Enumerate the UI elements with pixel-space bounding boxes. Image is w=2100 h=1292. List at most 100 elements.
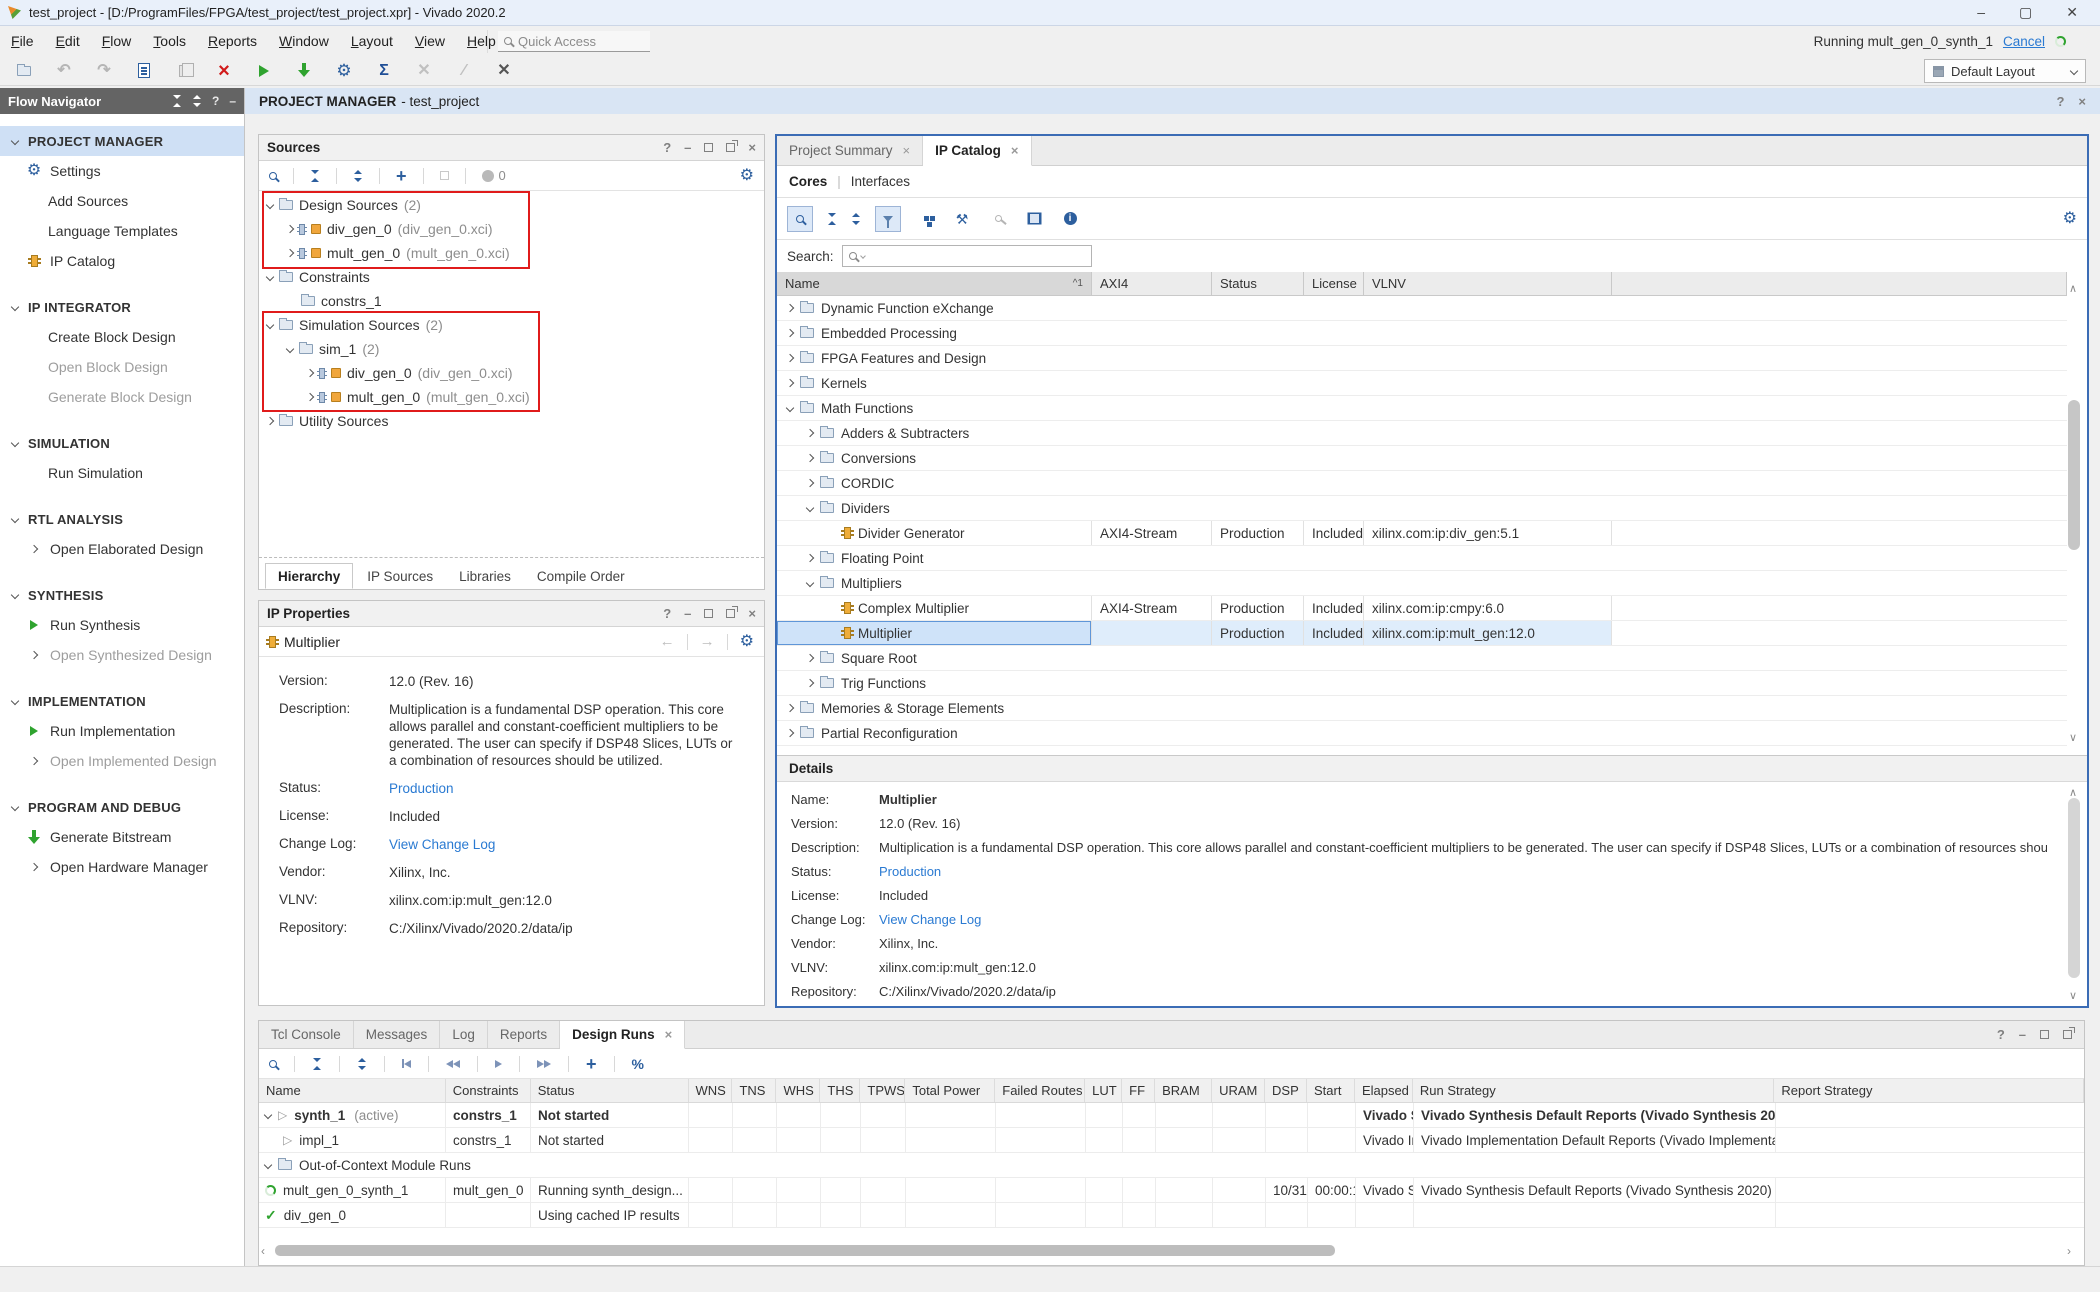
step-back-icon[interactable] <box>446 1060 460 1068</box>
column-header-dsp[interactable]: DSP <box>1265 1079 1307 1102</box>
search-icon[interactable] <box>787 206 813 232</box>
minimize-panel-icon[interactable]: – <box>2019 1027 2026 1042</box>
close-tab-icon[interactable]: × <box>665 1027 673 1042</box>
chevron-down-icon[interactable] <box>806 504 814 512</box>
tab-ip-catalog[interactable]: IP Catalog× <box>923 136 1031 166</box>
chevron-down-icon[interactable] <box>786 404 794 412</box>
chevron-down-icon[interactable] <box>264 1161 272 1169</box>
catalog-row[interactable]: Embedded Processing <box>777 321 2067 346</box>
settings-icon[interactable] <box>334 62 354 79</box>
collapse-all-icon[interactable] <box>827 213 837 225</box>
menu-layout[interactable]: Layout <box>340 33 404 49</box>
search-icon[interactable] <box>269 172 277 180</box>
flow-item-ip-catalog[interactable]: IP Catalog <box>0 246 244 276</box>
chevron-down-icon[interactable] <box>286 345 294 353</box>
flow-section-ip-integrator[interactable]: IP INTEGRATOR <box>0 292 244 322</box>
subtab-cores[interactable]: Cores <box>789 174 827 189</box>
chevron-right-icon[interactable] <box>806 454 814 462</box>
float-panel-icon[interactable] <box>2063 1030 2072 1039</box>
tree-row[interactable]: Simulation Sources (2) <box>259 313 764 337</box>
column-header-wns[interactable]: WNS <box>689 1079 733 1102</box>
column-header-lut[interactable]: LUT <box>1085 1079 1122 1102</box>
undo-icon[interactable] <box>54 63 74 79</box>
settings-icon[interactable] <box>2063 211 2077 227</box>
resume-icon[interactable] <box>495 1060 502 1068</box>
flow-item-generate-bitstream[interactable]: Generate Bitstream <box>0 822 244 852</box>
chevron-right-icon[interactable] <box>786 729 794 737</box>
step-first-icon[interactable] <box>402 1059 411 1068</box>
tab-hierarchy[interactable]: Hierarchy <box>265 563 353 589</box>
column-header-constraints[interactable]: Constraints <box>446 1079 531 1102</box>
quick-access-input[interactable]: Quick Access <box>498 31 650 52</box>
tree-row[interactable]: div_gen_0 (div_gen_0.xci) <box>259 217 764 241</box>
copy-icon[interactable] <box>174 65 194 77</box>
flow-item-run-synthesis[interactable]: Run Synthesis <box>0 610 244 640</box>
customize-wrench-icon[interactable] <box>951 212 973 226</box>
flow-item-language-templates[interactable]: Language Templates <box>0 216 244 246</box>
float-panel-icon[interactable] <box>726 609 735 618</box>
property-value[interactable]: Production <box>389 780 741 797</box>
tab-log[interactable]: Log <box>440 1021 488 1048</box>
flow-item-open-elaborated-design[interactable]: Open Elaborated Design <box>0 534 244 564</box>
close-panel-icon[interactable]: × <box>748 140 756 155</box>
collapse-all-icon[interactable] <box>312 1058 322 1070</box>
design-run-row[interactable]: synth_1 (active)constrs_1Not startedViva… <box>259 1103 2084 1128</box>
column-header-tpws[interactable]: TPWS <box>860 1079 905 1102</box>
catalog-row[interactable]: Complex MultiplierAXI4-StreamProductionI… <box>777 596 2067 621</box>
chevron-right-icon[interactable] <box>786 704 794 712</box>
filter-icon[interactable] <box>875 206 901 232</box>
menu-edit[interactable]: Edit <box>45 33 91 49</box>
horizontal-scrollbar[interactable]: ‹ › <box>261 1244 2071 1257</box>
maximize-button[interactable]: ▢ <box>2019 4 2032 21</box>
flow-item-run-simulation[interactable]: Run Simulation <box>0 458 244 488</box>
flow-section-rtl-analysis[interactable]: RTL ANALYSIS <box>0 504 244 534</box>
chevron-right-icon[interactable] <box>806 554 814 562</box>
scrollbar-thumb[interactable] <box>2068 400 2080 550</box>
add-sources-icon[interactable]: + <box>396 167 407 185</box>
chevron-down-icon[interactable] <box>806 579 814 587</box>
tree-row[interactable]: div_gen_0 (div_gen_0.xci) <box>259 361 764 385</box>
tree-row[interactable]: constrs_1 <box>259 289 764 313</box>
catalog-row[interactable]: Conversions <box>777 446 2067 471</box>
column-header-bram[interactable]: BRAM <box>1155 1079 1212 1102</box>
column-header-axi4[interactable]: AXI4 <box>1092 272 1212 296</box>
tree-row[interactable]: sim_1 (2) <box>259 337 764 361</box>
design-run-row[interactable]: impl_1constrs_1Not startedVivado Impleme… <box>259 1128 2084 1153</box>
close-tab-icon[interactable]: × <box>1011 143 1019 158</box>
menu-tools[interactable]: Tools <box>142 33 197 49</box>
chevron-right-icon[interactable] <box>786 329 794 337</box>
property-value[interactable]: View Change Log <box>389 836 741 853</box>
column-header-name[interactable]: Name <box>259 1079 446 1102</box>
column-header-run-strategy[interactable]: Run Strategy <box>1413 1079 1775 1102</box>
catalog-row[interactable]: Dividers <box>777 496 2067 521</box>
run-icon[interactable] <box>254 65 274 77</box>
tab-libraries[interactable]: Libraries <box>447 563 523 589</box>
maximize-panel-icon[interactable] <box>704 143 713 152</box>
vertical-scrollbar[interactable]: ∧ ∨ <box>2066 282 2083 744</box>
column-header-tns[interactable]: TNS <box>732 1079 776 1102</box>
column-header-report-strategy[interactable]: Report Strategy <box>1774 1079 2084 1102</box>
collapse-all-icon[interactable] <box>310 170 320 182</box>
settings-icon[interactable] <box>740 634 754 650</box>
cancel-run-link[interactable]: Cancel <box>2003 34 2045 49</box>
column-header-ths[interactable]: THS <box>820 1079 860 1102</box>
minimize-panel-icon[interactable]: – <box>684 140 691 155</box>
column-header-name[interactable]: Name^1 <box>777 272 1092 296</box>
report-document-icon[interactable] <box>134 63 154 78</box>
chevron-right-icon[interactable] <box>306 393 314 401</box>
chevron-right-icon[interactable] <box>806 679 814 687</box>
chevron-right-icon[interactable] <box>786 379 794 387</box>
group-by-icon[interactable] <box>915 216 937 221</box>
design-run-row[interactable]: mult_gen_0_synth_1mult_gen_0Running synt… <box>259 1178 2084 1203</box>
catalog-row[interactable]: Math Functions <box>777 396 2067 421</box>
maximize-panel-icon[interactable] <box>2040 1030 2049 1039</box>
flow-section-simulation[interactable]: SIMULATION <box>0 428 244 458</box>
help-icon[interactable]: ? <box>663 606 671 621</box>
catalog-row[interactable]: Adders & Subtracters <box>777 421 2067 446</box>
chevron-right-icon[interactable] <box>286 249 294 257</box>
tree-row[interactable]: Constraints <box>259 265 764 289</box>
details-value[interactable]: View Change Log <box>879 912 981 927</box>
forward-icon[interactable]: → <box>700 633 715 650</box>
flow-item-add-sources[interactable]: Add Sources <box>0 186 244 216</box>
tab-messages[interactable]: Messages <box>354 1021 441 1048</box>
